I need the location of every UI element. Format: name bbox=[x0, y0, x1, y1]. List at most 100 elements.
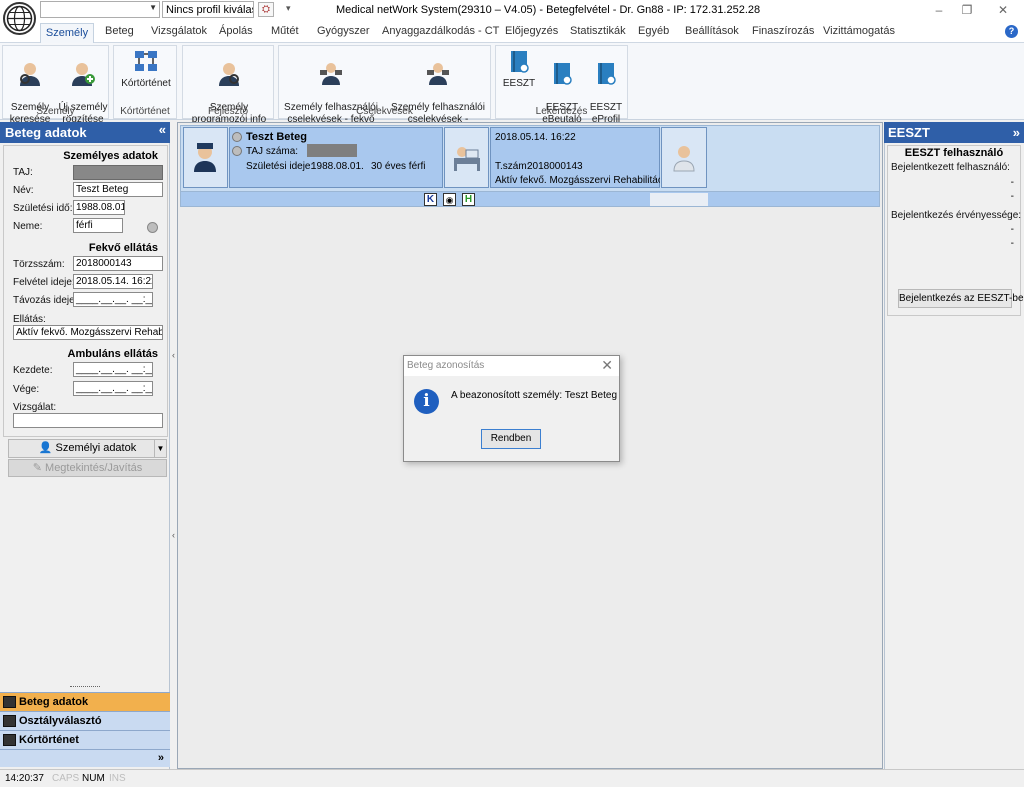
close-window-button[interactable]: ✕ bbox=[988, 2, 1018, 18]
tab-gyogyszer[interactable]: Gyógyszer bbox=[317, 25, 370, 37]
dialog-close-button[interactable]: ✕ bbox=[601, 357, 613, 374]
reg-number-label: T.szám: bbox=[495, 161, 530, 172]
collapse-right-panel-button[interactable]: » bbox=[1013, 125, 1020, 140]
status-caps: CAPS bbox=[52, 773, 80, 784]
user-actions-icon bbox=[320, 63, 342, 85]
discharge-time-field[interactable]: ____.__.__. __:__ bbox=[73, 292, 153, 307]
collapse-left-panel-button[interactable]: « bbox=[159, 122, 166, 137]
status-time: 14:20:37 bbox=[5, 773, 44, 784]
end-label: Vége: bbox=[13, 384, 40, 395]
medical-history-label: Kórtörténet bbox=[121, 78, 171, 89]
tab-anyaggazdalkodas[interactable]: Anyaggazdálkodás - CT bbox=[382, 25, 499, 37]
taj-field[interactable] bbox=[73, 165, 163, 180]
profile-select-value: Nincs profil kiválasz bbox=[166, 4, 254, 16]
nav-osztalyvalaszto[interactable]: Osztályválasztó bbox=[0, 711, 170, 730]
patient-avatar-card[interactable] bbox=[183, 127, 228, 188]
taj-label: TAJ: bbox=[13, 167, 33, 178]
help-icon[interactable]: ? bbox=[1005, 25, 1018, 38]
name-field[interactable]: Teszt Beteg bbox=[73, 182, 163, 197]
end-field[interactable]: ____.__.__. __:__ bbox=[73, 381, 153, 396]
care-label: Ellátás: bbox=[13, 314, 46, 325]
patient-avatar-icon bbox=[194, 143, 216, 172]
patient-birth-value: 1988.08.01. bbox=[311, 161, 364, 172]
splitter-grip[interactable] bbox=[70, 686, 100, 689]
medical-history-button[interactable]: Kórtörténet bbox=[116, 48, 176, 90]
ribbon-group-kortortenet: Kórtörténet Kórtörténet bbox=[113, 45, 177, 119]
doctor-icon-card[interactable] bbox=[661, 127, 707, 188]
birth-date-field[interactable]: 1988.08.01. bbox=[73, 200, 125, 215]
admission-icon-card[interactable] bbox=[444, 127, 489, 188]
patient-toolbar-row bbox=[180, 191, 880, 207]
login-validity-value-2: - bbox=[1010, 238, 1014, 249]
ribbon-group-label: Fejlesztő bbox=[207, 106, 248, 117]
eeszt-eprofil-icon bbox=[598, 63, 616, 85]
start-field[interactable]: ____.__.__. __:__ bbox=[73, 362, 153, 377]
app-globe-logo[interactable] bbox=[3, 2, 36, 35]
eeszt-user-box: EESZT felhasználó Bejelentkezett felhasz… bbox=[887, 145, 1024, 316]
login-validity-label: Bejelentkezés érvényessége: bbox=[891, 210, 1022, 221]
registration-number-field[interactable]: 2018000143 bbox=[73, 256, 163, 271]
k-icon[interactable]: K bbox=[424, 193, 437, 206]
tab-beteg[interactable]: Beteg bbox=[105, 25, 134, 37]
status-num: NUM bbox=[82, 773, 105, 784]
care-field[interactable]: Aktív fekvő. Mozgásszervi Rehabilitáci bbox=[13, 325, 163, 340]
customize-toolbar-icon[interactable]: ▾ bbox=[286, 3, 291, 14]
view-edit-button[interactable]: ✎ Megtekintés/Javítás bbox=[8, 459, 167, 477]
tab-apolas[interactable]: Ápolás bbox=[219, 25, 253, 37]
eeszt-login-button[interactable]: Bejelentkezés az EESZT-be bbox=[898, 289, 1024, 308]
nav-kortortenet[interactable]: Kórtörténet bbox=[0, 730, 170, 749]
tab-szemely[interactable]: Személy bbox=[40, 23, 94, 44]
nav-label: Kórtörténet bbox=[19, 734, 79, 746]
left-panel-title: Beteg adatok bbox=[5, 125, 87, 140]
info-icon: i bbox=[414, 389, 439, 414]
tab-vizsgalatok[interactable]: Vizsgálatok bbox=[151, 25, 207, 37]
personal-data-button[interactable]: 👤 Személyi adatok ▼ bbox=[8, 439, 167, 458]
tab-egyeb[interactable]: Egyéb bbox=[638, 25, 669, 37]
history-icon bbox=[3, 734, 16, 746]
doctor-icon bbox=[673, 146, 695, 172]
name-label: Név: bbox=[13, 185, 34, 196]
eye-icon[interactable]: ◉ bbox=[443, 193, 456, 206]
admission-datetime: 2018.05.14. 16:22 bbox=[495, 132, 576, 143]
tab-mutet[interactable]: Műtét bbox=[271, 25, 299, 37]
ribbon-group-cselekvesek: Személy felhasználói cselekvések - fekvő… bbox=[278, 45, 491, 137]
status-indicator-icon bbox=[147, 222, 158, 233]
h-icon[interactable]: H bbox=[462, 193, 475, 206]
profile-select[interactable]: Nincs profil kiválasz bbox=[162, 1, 254, 18]
eeszt-ebeutalo-icon bbox=[554, 63, 572, 85]
eeszt-button[interactable]: EESZT bbox=[500, 48, 538, 90]
tab-beallitasok[interactable]: Beállítások bbox=[685, 25, 739, 37]
tab-vizittamogatas[interactable]: Vizittámogatás bbox=[823, 25, 895, 37]
left-panel-header: Beteg adatok « bbox=[0, 122, 170, 143]
admission-time-field[interactable]: 2018.05.14. 16:22 bbox=[73, 274, 153, 289]
chevron-down-icon[interactable]: ▼ bbox=[154, 440, 166, 457]
ribbon-group-label: Személy bbox=[36, 106, 75, 117]
inpatient-care-title: Fekvő ellátás bbox=[88, 242, 158, 254]
exam-field[interactable] bbox=[13, 413, 163, 428]
personal-data-title: Személyes adatok bbox=[63, 150, 158, 162]
admission-time-label: Felvétel ideje: bbox=[13, 277, 75, 288]
ribbon-group-lekerdezes: EESZT EESZT eBeutaló EESZT eProfil Lekér… bbox=[495, 45, 628, 125]
status-bar: 14:20:37 CAPS NUM INS bbox=[0, 769, 1024, 787]
tab-statisztikak[interactable]: Statisztikák bbox=[570, 25, 626, 37]
start-label: Kezdete: bbox=[13, 365, 53, 376]
patient-birth-label: Születési ideje: bbox=[246, 161, 314, 172]
quick-access-settings-icon[interactable]: ⛭ bbox=[258, 2, 274, 17]
ribbon-group-label: Cselekvések bbox=[356, 106, 413, 117]
tab-finaszirozas[interactable]: Finaszírozás bbox=[752, 25, 814, 37]
programmer-info-icon bbox=[219, 63, 239, 86]
minimize-button[interactable]: – bbox=[924, 2, 954, 18]
quick-access-combo[interactable]: ▼ bbox=[40, 1, 160, 18]
nav-more[interactable]: » bbox=[0, 749, 170, 767]
logged-user-value-2: - bbox=[1010, 191, 1014, 202]
logged-user-label: Bejelentkezett felhasználó: bbox=[891, 162, 1010, 173]
discharge-time-label: Távozás ideje: bbox=[13, 295, 78, 306]
sex-field[interactable]: férfi bbox=[73, 218, 123, 233]
window-title: Medical netWork System(29310 – V4.05) - … bbox=[336, 4, 761, 16]
maximize-button[interactable]: ❐ bbox=[952, 2, 982, 18]
tab-elojegyzes[interactable]: Előjegyzés bbox=[505, 25, 558, 37]
sex-label: Neme: bbox=[13, 221, 43, 232]
birth-date-label: Születési idő: bbox=[13, 203, 73, 214]
ok-button[interactable]: Rendben bbox=[481, 429, 541, 449]
nav-beteg-adatok[interactable]: Beteg adatok bbox=[0, 692, 170, 711]
